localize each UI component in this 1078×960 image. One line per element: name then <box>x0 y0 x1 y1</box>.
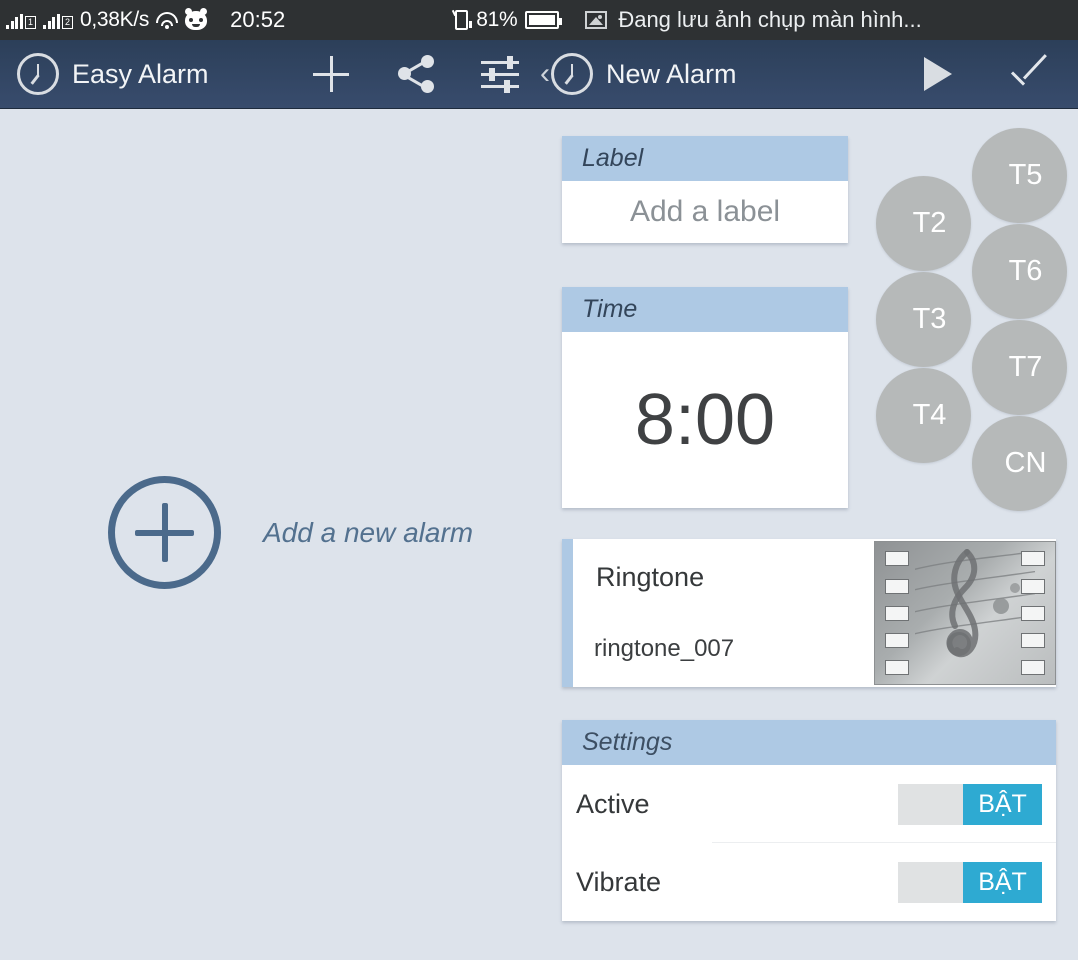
film-perforation <box>1021 660 1045 675</box>
time-card-header: Time <box>562 287 848 332</box>
day-toggle-t7[interactable]: T7 <box>972 320 1067 415</box>
signal-bars-sim2-icon: 2 <box>43 11 73 29</box>
phone-screen: 1 2 0,38K/s 20:52 81% Đang lưu ảnh chụp … <box>0 0 1078 960</box>
film-perforation <box>885 633 909 648</box>
add-icon[interactable] <box>310 53 352 95</box>
day-toggle-cn[interactable]: CN <box>972 416 1067 511</box>
active-toggle-thumb[interactable]: BẬT <box>963 783 1042 825</box>
status-bar-left: 1 2 0,38K/s 20:52 <box>0 7 285 33</box>
day-label: CN <box>1004 447 1047 479</box>
music-film-strip-thumbnail <box>874 541 1056 685</box>
alarm-clock-icon <box>17 53 59 95</box>
day-label: T4 <box>912 399 947 431</box>
add-new-alarm-label: Add a new alarm <box>263 516 474 548</box>
ringtone-name: ringtone_007 <box>594 635 735 662</box>
day-label: T6 <box>1008 255 1043 287</box>
day-label: T3 <box>912 303 947 335</box>
day-toggle-t2[interactable]: T2 <box>876 176 971 271</box>
app-title: Easy Alarm <box>72 58 209 89</box>
active-toggle[interactable]: BẬT <box>898 783 1042 825</box>
notification-text: Đang lưu ảnh chụp màn hình... <box>618 7 922 32</box>
day-toggle-t4[interactable]: T4 <box>876 368 971 463</box>
day-label: T7 <box>1008 351 1043 383</box>
label-card: Label Add a label <box>562 136 848 243</box>
active-label: Active <box>576 788 650 819</box>
time-value-row[interactable]: 8:00 <box>562 332 848 508</box>
settings-card-header: Settings <box>562 720 1056 765</box>
bug-face-icon <box>185 7 208 30</box>
day-label: T5 <box>1008 159 1043 191</box>
time-value[interactable]: 8:00 <box>635 379 775 461</box>
status-bar: 1 2 0,38K/s 20:52 81% Đang lưu ảnh chụp … <box>0 0 1078 40</box>
label-input-placeholder[interactable]: Add a label <box>630 195 780 229</box>
add-circle-icon[interactable] <box>108 476 221 589</box>
settings-row-vibrate: Vibrate BẬT <box>562 843 1056 921</box>
film-perforation <box>885 579 909 594</box>
confirm-check-icon[interactable] <box>1010 61 1054 87</box>
ringtone-body: Ringtone ringtone_007 <box>573 539 1056 687</box>
vibrate-label: Vibrate <box>576 866 662 897</box>
film-perforation <box>885 606 909 621</box>
ringtone-accent-stripe <box>562 539 573 687</box>
film-perforation <box>1021 606 1045 621</box>
signal-bars-sim1-icon: 1 <box>6 11 36 29</box>
day-label: T2 <box>912 207 947 239</box>
detail-alarm-clock-icon <box>551 53 593 95</box>
status-bar-clock: 20:52 <box>230 7 286 32</box>
treble-clef-icon <box>915 549 1035 658</box>
phone-vibrate-icon <box>455 10 473 30</box>
day-toggle-t5[interactable]: T5 <box>972 128 1067 223</box>
label-input-row[interactable]: Add a label <box>562 181 848 243</box>
back-chevron-icon[interactable]: ‹ <box>540 57 550 91</box>
vibrate-toggle[interactable]: BẬT <box>898 861 1042 903</box>
wifi-icon <box>156 11 179 29</box>
image-icon <box>585 11 608 29</box>
vibrate-toggle-thumb[interactable]: BẬT <box>963 861 1042 903</box>
share-icon[interactable] <box>396 54 436 94</box>
app-bar: Easy Alarm ‹ New Alarm <box>0 40 1078 109</box>
detail-title: New Alarm <box>606 58 737 89</box>
network-speed-text: 0,38K/s <box>80 8 150 31</box>
settings-card: Settings Active BẬT Vibrate BẬT <box>562 720 1056 921</box>
play-icon[interactable] <box>924 57 952 91</box>
tune-icon[interactable] <box>480 54 520 94</box>
day-toggle-t6[interactable]: T6 <box>972 224 1067 319</box>
alarm-list-pane: Add a new alarm <box>0 109 540 960</box>
status-bar-right-icons: 81% <box>455 8 563 32</box>
battery-icon <box>525 11 563 29</box>
film-perforation <box>885 660 909 675</box>
add-new-alarm-row[interactable]: Add a new alarm <box>108 476 473 589</box>
sim2-badge: 2 <box>62 16 73 29</box>
time-card: Time 8:00 <box>562 287 848 508</box>
film-perforation <box>1021 551 1045 566</box>
day-toggle-t3[interactable]: T3 <box>876 272 971 367</box>
day-selector: T2 T3 T4 T5 T6 T7 CN <box>866 128 1078 511</box>
label-card-header: Label <box>562 136 848 181</box>
settings-row-active: Active BẬT <box>562 765 1056 843</box>
film-perforation <box>885 551 909 566</box>
sim1-badge: 1 <box>25 16 36 29</box>
notification-area: Đang lưu ảnh chụp màn hình... <box>585 7 922 33</box>
battery-percent-text: 81% <box>476 8 518 31</box>
ringtone-title: Ringtone <box>596 562 705 592</box>
ringtone-card[interactable]: Ringtone ringtone_007 <box>562 539 1056 687</box>
film-perforation <box>1021 579 1045 594</box>
film-perforation <box>1021 633 1045 648</box>
